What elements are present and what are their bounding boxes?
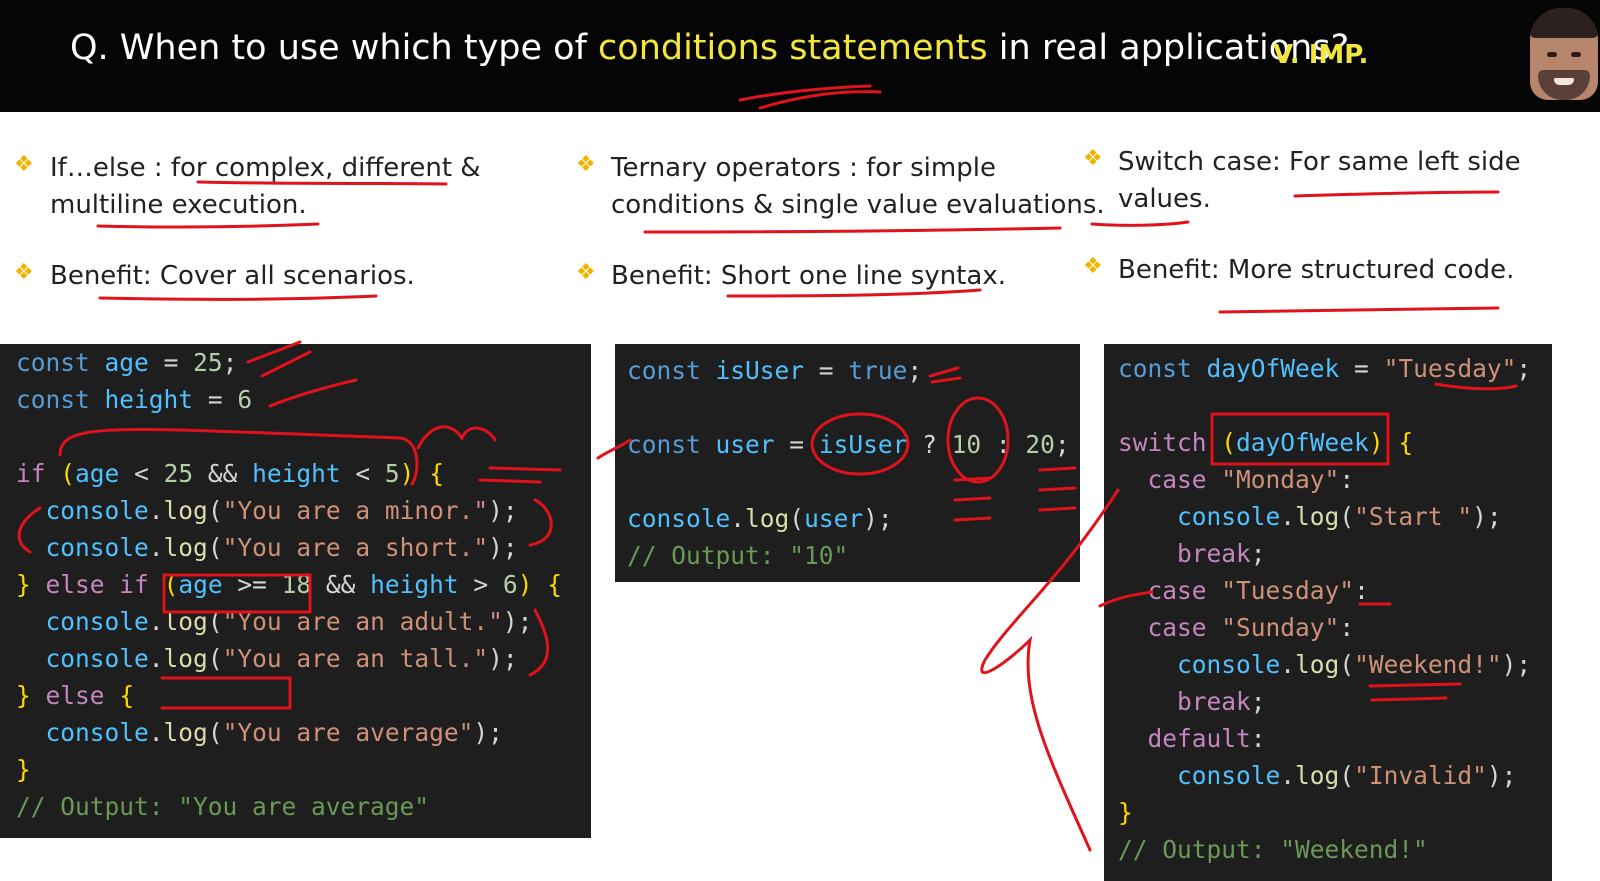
code-line: console.log("You are an tall."); xyxy=(45,644,518,673)
code-line: // Output: "You are average" xyxy=(16,792,430,821)
diamond-bullet-icon: ❖ xyxy=(14,152,34,177)
code-line: const age = 25; xyxy=(16,348,238,377)
ink-stroke xyxy=(1090,220,1190,227)
code-line: } else { xyxy=(16,681,135,710)
code-line: console.log("Weekend!"); xyxy=(1177,650,1532,679)
code-line: console.log("Start "); xyxy=(1177,502,1502,531)
importance-tag: V. IMP. xyxy=(1273,40,1369,70)
code-line: const user = isUser ? 10 : 20; xyxy=(627,430,1070,459)
code-line: case "Monday": xyxy=(1147,465,1355,494)
ink-stroke xyxy=(1218,306,1500,314)
code-line: } xyxy=(1118,798,1133,827)
code-line: console.log("You are a minor."); xyxy=(45,496,518,525)
code-line: } else if (age >= 18 && height > 6) { xyxy=(16,570,562,599)
code-line: const isUser = true; xyxy=(627,356,923,385)
switch-heading: Switch case: For same left side values. xyxy=(1118,147,1521,214)
switch-code-block: const dayOfWeek = "Tuesday"; switch (day… xyxy=(1104,344,1552,881)
ifelse-code-block: const age = 25; const height = 6 if (age… xyxy=(0,344,591,838)
code-line: switch (dayOfWeek) { xyxy=(1118,428,1414,457)
ifelse-benefit: Benefit: Cover all scenarios. xyxy=(50,261,415,291)
ink-stroke xyxy=(98,294,378,301)
ifelse-code: const age = 25; const height = 6 if (age… xyxy=(16,344,562,825)
code-line: const height = 6 xyxy=(16,385,253,414)
title-prefix: Q. When to use which type of xyxy=(70,28,599,68)
ink-stroke xyxy=(96,222,320,229)
ternary-code: const isUser = true; const user = isUser… xyxy=(627,352,1070,574)
code-line: console.log("You are a short."); xyxy=(45,533,518,562)
ternary-benefit: Benefit: Short one line syntax. xyxy=(611,261,1006,291)
ternary-heading: Ternary operators : for simple conditions… xyxy=(611,153,1105,220)
diamond-bullet-icon: ❖ xyxy=(14,260,34,285)
code-line: } xyxy=(16,755,31,784)
diamond-bullet-icon: ❖ xyxy=(576,260,596,285)
diamond-bullet-icon: ❖ xyxy=(1083,146,1103,171)
title-highlight: conditions statements xyxy=(598,28,988,68)
code-line: const dayOfWeek = "Tuesday"; xyxy=(1118,354,1532,383)
code-line: case "Tuesday": xyxy=(1147,576,1369,605)
code-line: console.log("You are average"); xyxy=(45,718,503,747)
switch-benefit: Benefit: More structured code. xyxy=(1118,255,1515,285)
slide-title: Q. When to use which type of conditions … xyxy=(70,28,1349,68)
code-line: default: xyxy=(1147,724,1266,753)
ternary-code-block: const isUser = true; const user = isUser… xyxy=(615,344,1080,582)
presenter-avatar xyxy=(1530,8,1598,100)
code-line: console.log(user); xyxy=(627,504,893,533)
code-line: // Output: "Weekend!" xyxy=(1118,835,1428,864)
ink-stroke xyxy=(643,226,1062,234)
code-line: break; xyxy=(1177,687,1266,716)
code-line: case "Sunday": xyxy=(1147,613,1355,642)
code-line: if (age < 25 && height < 5) { xyxy=(16,459,444,488)
code-line: break; xyxy=(1177,539,1266,568)
code-line: // Output: "10" xyxy=(627,541,849,570)
ifelse-heading: If…else : for complex, different & multil… xyxy=(50,153,481,220)
diamond-bullet-icon: ❖ xyxy=(1083,254,1103,279)
slide-header: Q. When to use which type of conditions … xyxy=(0,0,1600,112)
switch-code: const dayOfWeek = "Tuesday"; switch (day… xyxy=(1118,350,1531,868)
code-line: console.log("Invalid"); xyxy=(1177,761,1517,790)
diamond-bullet-icon: ❖ xyxy=(576,152,596,177)
code-line: console.log("You are an adult."); xyxy=(45,607,533,636)
